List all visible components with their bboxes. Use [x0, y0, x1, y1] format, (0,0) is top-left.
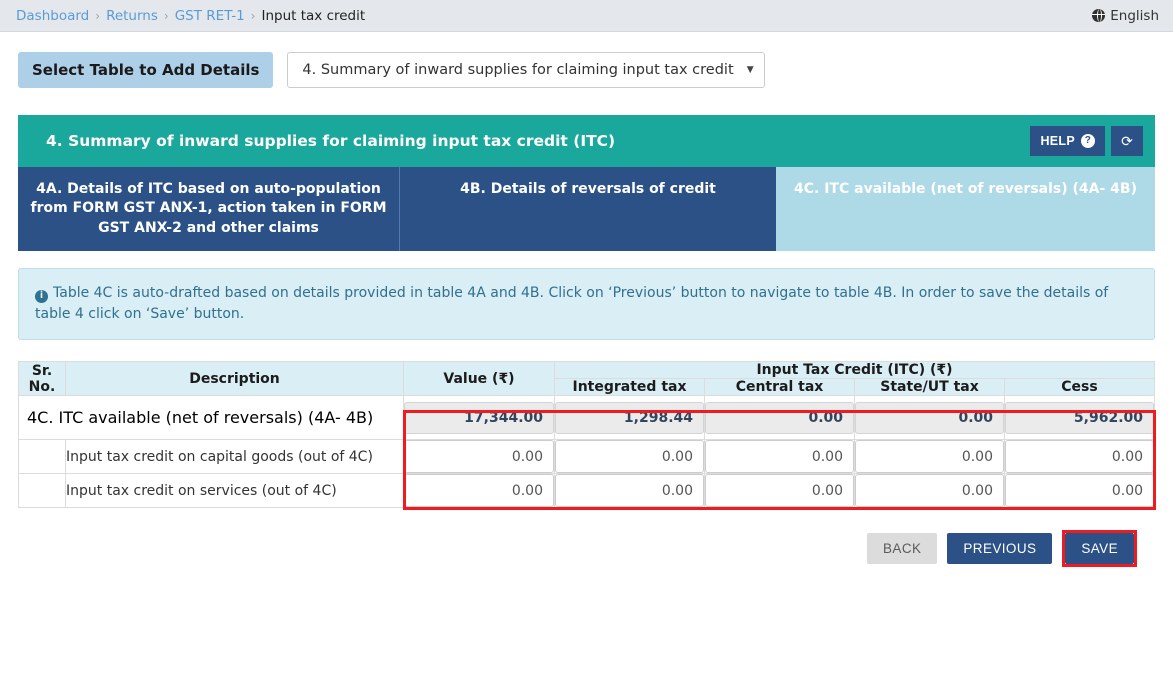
- readonly-state-ut-tax-4c: 0.00: [855, 401, 1004, 434]
- globe-icon: [1092, 9, 1106, 22]
- cell-state-ut-tax-capital-goods: [854, 439, 1005, 475]
- cell-central-tax-4c: 0.00: [704, 395, 855, 441]
- row-label-4c: 4C. ITC available (net of reversals) (4A…: [27, 408, 374, 428]
- table-row: Input tax credit on services (out of 4C): [18, 473, 1156, 509]
- breadcrumb-item-dashboard[interactable]: Dashboard: [16, 8, 89, 24]
- refresh-icon: ⟳: [1121, 132, 1133, 149]
- language-label: English: [1110, 7, 1159, 24]
- info-icon: i: [35, 289, 48, 303]
- cell-integrated-tax-4c: 1,298.44: [554, 395, 705, 441]
- cell-integrated-tax-services: [554, 473, 705, 509]
- help-button-label: HELP: [1040, 134, 1075, 148]
- panel-actions: HELP ? ⟳: [1030, 126, 1143, 156]
- input-state-ut-tax-capital-goods[interactable]: [855, 440, 1004, 474]
- cell-cess-capital-goods: [1003, 439, 1156, 475]
- previous-button[interactable]: PREVIOUS: [947, 533, 1053, 565]
- panel-title: 4. Summary of inward supplies for claimi…: [46, 132, 616, 150]
- table-row: 4C. ITC available (net of reversals) (4A…: [18, 395, 1156, 441]
- cell-value-capital-goods: [403, 439, 555, 475]
- input-value-services[interactable]: [404, 474, 554, 508]
- column-header-cess: Cess: [1003, 378, 1156, 397]
- cell-integrated-tax-capital-goods: [554, 439, 705, 475]
- breadcrumb-item-returns[interactable]: Returns: [106, 8, 158, 24]
- cell-cess-4c: 5,962.00: [1003, 395, 1156, 441]
- breadcrumb-bar: Dashboard › Returns › GST RET-1 › Input …: [0, 0, 1173, 32]
- row-label-capital-goods: Input tax credit on capital goods (out o…: [65, 439, 404, 475]
- input-value-capital-goods[interactable]: [404, 440, 554, 474]
- cell-value-services: [403, 473, 555, 509]
- input-cess-services[interactable]: [1005, 474, 1155, 508]
- info-note-text: Table 4C is auto-drafted based on detail…: [35, 284, 1109, 323]
- input-state-ut-tax-services[interactable]: [855, 474, 1004, 508]
- table-row: Input tax credit on capital goods (out o…: [18, 439, 1156, 475]
- row-description-4c: 4C. ITC available (net of reversals) (4A…: [18, 395, 404, 441]
- input-central-tax-services[interactable]: [705, 474, 854, 508]
- column-header-integrated-tax: Integrated tax: [554, 378, 705, 397]
- panel-header: 4. Summary of inward supplies for claimi…: [18, 115, 1155, 167]
- save-button-highlight: SAVE: [1062, 530, 1137, 568]
- itc-panel: 4. Summary of inward supplies for claimi…: [18, 115, 1156, 568]
- chevron-down-icon: ▼: [746, 65, 754, 75]
- cell-cess-services: [1003, 473, 1156, 509]
- select-table-row: Select Table to Add Details 4. Summary o…: [0, 32, 1173, 88]
- input-cess-capital-goods[interactable]: [1005, 440, 1155, 474]
- column-header-value: Value (₹): [403, 361, 555, 397]
- tab-4a[interactable]: 4A. Details of ITC based on auto-populat…: [18, 167, 400, 251]
- input-integrated-tax-capital-goods[interactable]: [555, 440, 704, 474]
- breadcrumb-separator: ›: [250, 8, 256, 23]
- column-header-central-tax: Central tax: [704, 378, 855, 397]
- breadcrumb-separator: ›: [95, 8, 101, 23]
- column-header-sr-no: Sr. No.: [18, 361, 66, 397]
- cell-central-tax-capital-goods: [704, 439, 855, 475]
- cell-sr-no-capital-goods: [18, 439, 66, 475]
- language-selector[interactable]: English: [1092, 8, 1159, 24]
- itc-table-wrapper: Sr. No. Description Value (₹) Input Tax …: [18, 361, 1156, 511]
- readonly-integrated-tax-4c: 1,298.44: [555, 401, 704, 434]
- refresh-button[interactable]: ⟳: [1111, 126, 1143, 156]
- input-central-tax-capital-goods[interactable]: [705, 440, 854, 474]
- save-button[interactable]: SAVE: [1065, 533, 1134, 565]
- question-mark-icon: ?: [1081, 134, 1095, 148]
- input-integrated-tax-services[interactable]: [555, 474, 704, 508]
- readonly-value-4c: 17,344.00: [404, 401, 554, 434]
- cell-sr-no-services: [18, 473, 66, 509]
- select-table-dropdown[interactable]: 4. Summary of inward supplies for claimi…: [287, 52, 765, 88]
- itc-table: Sr. No. Description Value (₹) Input Tax …: [18, 361, 1156, 509]
- select-table-selected-value: 4. Summary of inward supplies for claimi…: [302, 62, 734, 78]
- column-header-description: Description: [65, 361, 404, 397]
- cell-central-tax-services: [704, 473, 855, 509]
- cell-state-ut-tax-4c: 0.00: [854, 395, 1005, 441]
- column-header-itc-group: Input Tax Credit (ITC) (₹): [553, 361, 1156, 380]
- help-button[interactable]: HELP ?: [1030, 126, 1105, 156]
- breadcrumb-item-current: Input tax credit: [261, 7, 366, 24]
- cell-state-ut-tax-services: [854, 473, 1005, 509]
- tab-4b[interactable]: 4B. Details of reversals of credit: [400, 167, 776, 251]
- cell-value-4c: 17,344.00: [403, 395, 555, 441]
- readonly-central-tax-4c: 0.00: [705, 401, 854, 434]
- back-button[interactable]: BACK: [867, 533, 938, 565]
- column-header-state-ut-tax: State/UT tax: [854, 378, 1005, 397]
- table-tabs: 4A. Details of ITC based on auto-populat…: [18, 167, 1155, 251]
- breadcrumb-separator: ›: [163, 8, 169, 23]
- row-label-services: Input tax credit on services (out of 4C): [65, 473, 404, 509]
- readonly-cess-4c: 5,962.00: [1005, 401, 1155, 434]
- breadcrumb-item-gst-ret-1[interactable]: GST RET-1: [175, 8, 245, 24]
- table-header-row-1: Sr. No. Description Value (₹) Input Tax …: [18, 361, 1156, 397]
- info-note: i Table 4C is auto-drafted based on detai…: [18, 267, 1155, 341]
- tab-4c[interactable]: 4C. ITC available (net of reversals) (4A…: [776, 167, 1155, 251]
- select-table-label: Select Table to Add Details: [18, 52, 274, 88]
- form-footer: BACK PREVIOUS SAVE: [18, 530, 1137, 568]
